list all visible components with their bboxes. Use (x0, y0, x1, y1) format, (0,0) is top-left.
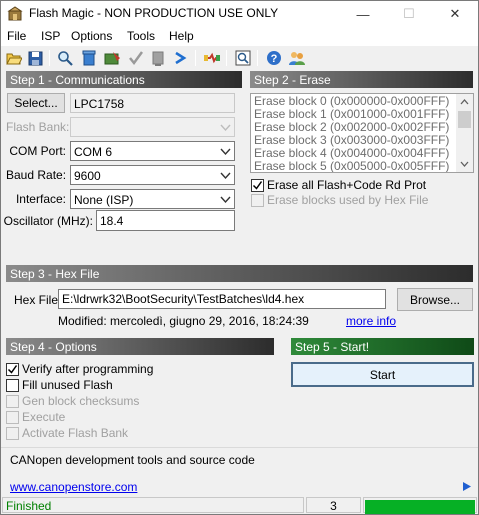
window-title: Flash Magic - NON PRODUCTION USE ONLY (29, 6, 279, 20)
blank-check-icon[interactable] (149, 49, 167, 67)
step5-header: Step 5 - Start! (291, 338, 474, 355)
menu-help[interactable]: Help (169, 29, 194, 43)
erase-block-list[interactable]: Erase block 0 (0x000000-0x000FFF) Erase … (250, 93, 474, 173)
save-icon[interactable] (26, 49, 44, 67)
chevron-down-icon (220, 124, 231, 132)
scroll-up-arrow-icon[interactable] (456, 94, 473, 110)
gen-block-checksums-label: Gen block checksums (22, 394, 140, 408)
erase-icon[interactable] (80, 49, 98, 67)
status-progress-fill (365, 500, 475, 514)
interface-value: None (ISP) (74, 193, 134, 207)
scroll-down-arrow-icon[interactable] (456, 156, 473, 172)
verify-after-programming-checkbox[interactable] (6, 363, 19, 376)
activate-flash-bank-checkbox[interactable] (6, 427, 19, 440)
checkmark-icon (252, 181, 263, 190)
checkmark-icon (7, 365, 18, 374)
start-button[interactable]: Start (291, 362, 474, 387)
oscillator-label: Oscillator (MHz): (3, 214, 93, 228)
toolbar-separator (257, 50, 258, 66)
baud-rate-select[interactable]: 9600 (70, 165, 235, 185)
more-info-link[interactable]: more info (346, 314, 396, 328)
interface-select[interactable]: None (ISP) (70, 189, 235, 209)
erase-all-checkbox[interactable] (251, 179, 264, 192)
flash-bank-label: Flash Bank: (6, 120, 70, 134)
erase-used-checkbox[interactable] (251, 194, 264, 207)
users-icon[interactable] (288, 49, 306, 67)
open-icon[interactable] (5, 49, 23, 67)
title-bar: Flash Magic - NON PRODUCTION USE ONLY — … (1, 1, 478, 27)
chevron-down-icon (220, 196, 231, 204)
menu-options[interactable]: Options (71, 29, 112, 43)
scrollbar-thumb[interactable] (458, 111, 471, 128)
toolbar-separator (49, 50, 50, 66)
chevron-down-icon (220, 148, 231, 156)
erase-list-scrollbar[interactable] (456, 94, 473, 172)
status-bar: Finished 3 (1, 496, 478, 514)
info-text: CANopen development tools and source cod… (10, 453, 255, 467)
interface-label: Interface: (15, 192, 66, 206)
search-icon[interactable] (56, 49, 74, 67)
help-icon[interactable]: ? (265, 49, 283, 67)
menu-isp[interactable]: ISP (41, 29, 60, 43)
verify-icon[interactable] (127, 49, 145, 67)
chevron-down-icon (220, 172, 231, 180)
com-port-value: COM 6 (74, 145, 113, 159)
com-port-label: COM Port: (9, 144, 66, 158)
info-divider (1, 447, 478, 448)
execute-label: Execute (22, 410, 66, 424)
fill-unused-flash-checkbox[interactable] (6, 379, 19, 392)
flash-magic-window: Flash Magic - NON PRODUCTION USE ONLY — … (0, 0, 479, 515)
baud-rate-label: Baud Rate: (6, 168, 67, 182)
toolbar-separator (226, 50, 227, 66)
hex-file-input[interactable]: E:\ldrwrk32\BootSecurity\TestBatches\ld4… (58, 289, 386, 309)
go-icon[interactable] (172, 49, 190, 67)
erase-all-label: Erase all Flash+Code Rd Prot (267, 178, 427, 192)
toolbar-separator (195, 50, 196, 66)
fill-unused-flash-label: Fill unused Flash (22, 378, 113, 392)
view-buffer-icon[interactable] (234, 49, 252, 67)
step1-header: Step 1 - Communications (6, 71, 242, 88)
step2-header: Step 2 - Erase (250, 71, 473, 88)
flash-magic-app-icon (7, 6, 23, 22)
baud-rate-value: 9600 (74, 169, 101, 183)
hex-file-label: Hex File: (14, 293, 62, 307)
menu-bar: File ISP Options Tools Help (1, 27, 478, 46)
erase-used-label: Erase blocks used by Hex File (267, 193, 429, 207)
svg-text:?: ? (271, 53, 278, 65)
modified-timestamp: Modified: mercoledì, giugno 29, 2016, 18… (58, 314, 309, 328)
flash-bank-select[interactable] (70, 117, 235, 137)
cable-icon[interactable] (203, 49, 221, 67)
select-device-button[interactable]: Select... (7, 93, 65, 113)
toolbar: ? (1, 46, 478, 70)
execute-checkbox[interactable] (6, 411, 19, 424)
status-progress-track (363, 497, 477, 514)
menu-tools[interactable]: Tools (127, 29, 155, 43)
maximize-button[interactable]: ☐ (386, 1, 432, 27)
play-icon[interactable] (462, 481, 472, 495)
canopenstore-link[interactable]: www.canopenstore.com (10, 480, 137, 494)
gen-block-checksums-checkbox[interactable] (6, 395, 19, 408)
menu-file[interactable]: File (7, 29, 26, 43)
step4-header: Step 4 - Options (6, 338, 274, 355)
close-button[interactable]: ✕ (432, 1, 478, 27)
com-port-select[interactable]: COM 6 (70, 141, 235, 161)
status-count: 3 (306, 497, 361, 513)
list-item[interactable]: Erase block 5 (0x005000-0x005FFF) (251, 160, 473, 173)
browse-button[interactable]: Browse... (397, 288, 473, 311)
verify-after-programming-label: Verify after programming (22, 362, 154, 376)
program-icon[interactable] (104, 49, 122, 67)
device-name-field: LPC1758 (70, 93, 235, 113)
step3-header: Step 3 - Hex File (6, 265, 473, 282)
oscillator-input[interactable]: 18.4 (96, 210, 235, 231)
activate-flash-bank-label: Activate Flash Bank (22, 426, 129, 440)
status-text: Finished (2, 497, 304, 513)
minimize-button[interactable]: — (340, 1, 386, 27)
